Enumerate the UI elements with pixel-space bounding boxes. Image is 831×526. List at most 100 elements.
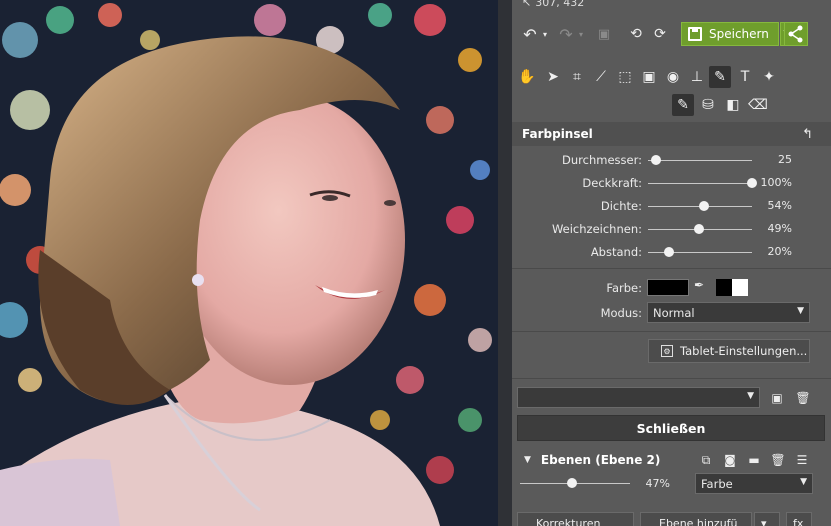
layer-opacity-value: 47% [645,477,670,490]
mode-value: Normal [653,305,695,320]
layer-opacity-knob[interactable] [566,478,577,488]
tool-settings-header: Farbpinsel ↰ [512,122,831,146]
delete-preset-icon[interactable]: 🗑 [795,390,811,406]
photo-image [0,0,498,526]
right-panel: ↖307, 432 ↶ ▾ ↷ ▾ ▣ ⟲ ⟳ Speichern ▼ ✋ [512,0,831,526]
undo-icon[interactable]: ↶ [520,24,540,44]
preset-select[interactable]: ▼ [517,387,760,408]
red-eye-tool-icon[interactable]: ◉ [662,66,684,88]
slider-track[interactable] [648,183,752,184]
collapse-triangle-icon[interactable]: ▼ [524,455,531,465]
gradient-icon[interactable]: ◧ [722,94,744,116]
slider-value: 49% [767,222,792,235]
slider-knob[interactable] [747,178,757,188]
slider-row: Deckkraft: 100% [512,173,831,196]
slider-knob[interactable] [699,201,710,211]
horizon-tool-icon[interactable]: ⊥ [686,66,708,88]
tablet-settings-button[interactable]: ⚙ Tablet-Einstellungen... [648,339,810,363]
redo-icon[interactable]: ↷ [556,24,576,44]
cursor-coords-value: 307, 432 [535,0,585,9]
rotate-right-icon[interactable]: ⟳ [650,24,670,44]
folder-icon[interactable]: ▬ [746,452,762,468]
corrections-label: Korrekturen [536,516,601,526]
rotate-left-icon[interactable]: ⟲ [626,24,646,44]
share-icon [788,25,803,43]
menu-icon[interactable]: ☰ [794,452,810,468]
mode-select[interactable]: Normal ▼ [647,302,810,323]
color-swatch[interactable] [647,279,689,296]
color-brush-icon[interactable]: ✎ [672,94,694,116]
slider-row: Dichte: 54% [512,196,831,219]
chevron-down-icon: ▾ [761,516,767,526]
hand-tool-icon[interactable]: ✋ [516,66,538,88]
settings-icon: ⚙ [661,345,673,357]
preset-row: ▼ ▣ 🗑 [512,385,831,411]
slider-knob[interactable] [651,155,662,165]
delete-layer-icon[interactable]: 🗑 [770,452,786,468]
text-frame-tool-icon[interactable]: ▣ [638,66,660,88]
undo-dropdown-icon[interactable]: ▾ [540,24,550,44]
tool-title: Farbpinsel [522,127,593,141]
fx-label: fx [793,516,804,526]
slider-row: Weichzeichnen: 49% [512,219,831,242]
slider-label: Dichte: [600,199,642,213]
fill-bucket-icon[interactable]: ⛁ [697,94,719,116]
black-white-swatches[interactable] [716,279,748,296]
canvas-scroll-edge [498,0,512,526]
slider-label: Weichzeichnen: [551,222,642,236]
mask-icon[interactable]: ◙ [722,452,738,468]
share-button[interactable] [784,22,808,46]
cursor-icon: ↖ [522,0,532,9]
layers-title: Ebenen (Ebene 2) [540,453,661,467]
slider-row: Abstand: 20% [512,242,831,265]
layers-header: ▼ Ebenen (Ebene 2) ⧉ ◙ ▬ 🗑 ☰ [512,448,831,472]
pointer-tool-icon[interactable]: ➤ [542,66,564,88]
eyedropper-icon[interactable]: ✒ [694,278,710,296]
blend-mode-value: Farbe [701,476,733,491]
blend-mode-select[interactable]: Farbe ▼ [695,473,813,494]
eraser-icon[interactable]: ⌫ [747,94,769,116]
cursor-coordinates: ↖ 307, 432 [512,0,585,9]
slider-knob[interactable] [693,224,704,234]
chevron-down-icon: ▼ [797,306,804,316]
save-preset-icon[interactable]: ▣ [769,390,785,406]
slider-label: Durchmesser: [562,153,642,167]
slider-label: Deckkraft: [582,176,642,190]
image-icon[interactable]: ▣ [594,24,614,44]
add-layer-dropdown[interactable]: ▾ [754,512,780,526]
fx-button[interactable]: fx [786,512,812,526]
color-row: Farbe: ✒ [512,278,831,300]
save-button[interactable]: Speichern [681,22,779,46]
save-icon [688,27,702,41]
app-window: ↖307, 432 ↶ ▾ ↷ ▾ ▣ ⟲ ⟳ Speichern ▼ ✋ [0,0,831,526]
text-tool-icon[interactable]: T [734,66,756,88]
redo-dropdown-icon[interactable]: ▾ [576,24,586,44]
add-layer-button[interactable]: Ebene hinzufü [640,512,752,526]
effects-tool-icon[interactable]: ✦ [758,66,780,88]
add-layer-label: Ebene hinzufü [659,516,738,526]
slider-track[interactable] [648,160,752,161]
tool-palette: ✋ ➤ ⌗ ⟋ ⬚ ▣ ◉ ⊥ ✎ T ✦ ✎ ⛁ ◧ ⌫ [512,64,831,120]
reset-icon[interactable]: ↰ [802,127,813,142]
corrections-button[interactable]: Korrekturen [517,512,634,526]
duplicate-layer-icon[interactable]: ⧉ [698,452,714,468]
brush-sliders: Durchmesser: 25 Deckkraft: 100% Dichte: 54% We… [512,150,831,265]
mode-row: Modus: Normal ▼ [512,302,831,324]
perspective-tool-icon[interactable]: ⬚ [614,66,636,88]
brush-tool-icon[interactable]: ✎ [709,66,731,88]
save-label: Speichern [709,27,769,41]
main-toolbar: ↶ ▾ ↷ ▾ ▣ ⟲ ⟳ Speichern ▼ [512,18,831,50]
straighten-tool-icon[interactable]: ⟋ [590,66,612,88]
divider [512,331,831,332]
divider [512,378,831,379]
color-label: Farbe: [606,281,642,295]
close-button[interactable]: Schließen [517,415,825,441]
slider-value: 20% [767,245,792,258]
slider-value: 25 [778,153,792,166]
chevron-down-icon: ▼ [800,477,807,487]
crop-tool-icon[interactable]: ⌗ [566,66,588,88]
slider-value: 100% [760,176,792,189]
slider-knob[interactable] [663,247,674,257]
photo-canvas[interactable] [0,0,498,526]
layer-actions: Korrekturen Ebene hinzufü ▾ fx [512,509,831,526]
